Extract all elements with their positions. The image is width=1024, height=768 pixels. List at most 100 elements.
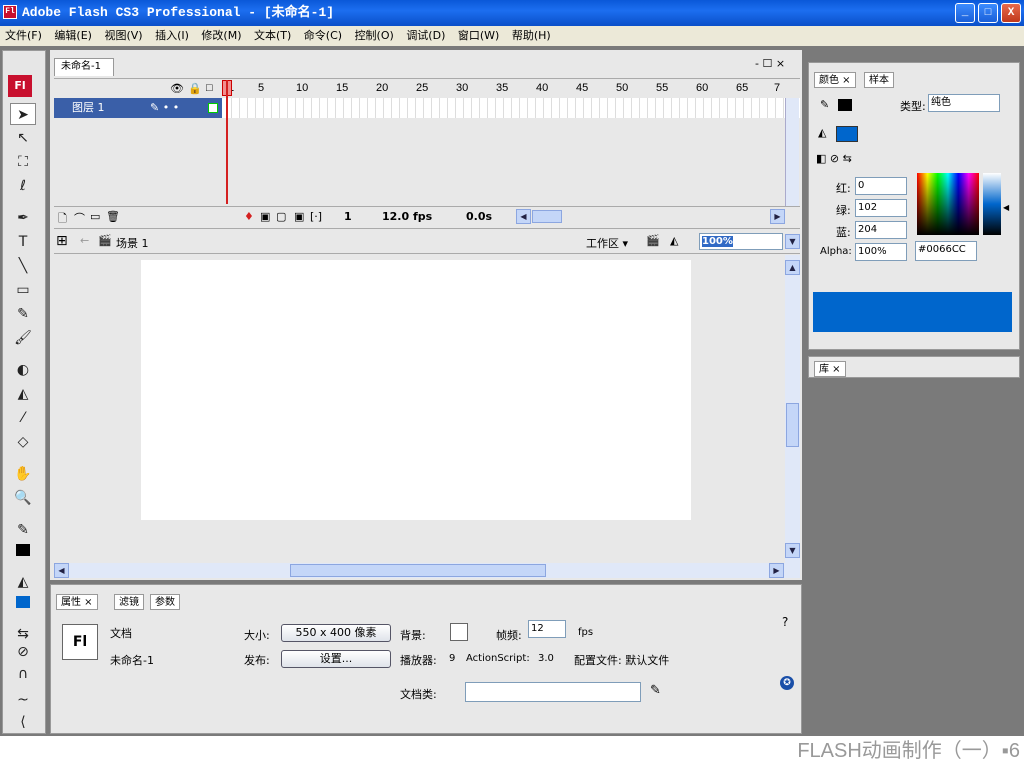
menu-help[interactable]: 帮助(H) bbox=[508, 26, 555, 46]
brush-tool-icon[interactable]: 🖌 bbox=[10, 327, 36, 349]
tab-color[interactable]: 颜色 × bbox=[814, 72, 856, 88]
brightness-slider[interactable] bbox=[983, 173, 1001, 235]
minimize-button[interactable]: _ bbox=[955, 3, 975, 23]
menu-edit[interactable]: 编辑(E) bbox=[50, 26, 96, 46]
back-arrow-icon[interactable]: ← bbox=[80, 234, 89, 247]
blue-input[interactable]: 204 bbox=[855, 221, 907, 239]
insert-folder-icon[interactable]: ▭ bbox=[90, 210, 100, 223]
subselection-tool-icon[interactable]: ↖ bbox=[10, 127, 36, 149]
menu-modify[interactable]: 修改(M) bbox=[197, 26, 245, 46]
menu-text[interactable]: 文本(T) bbox=[250, 26, 295, 46]
ink-bottle-tool-icon[interactable]: ◐ bbox=[10, 359, 36, 381]
eraser-tool-icon[interactable]: ◇ bbox=[10, 431, 36, 453]
menu-control[interactable]: 控制(O) bbox=[351, 26, 398, 46]
menu-view[interactable]: 视图(V) bbox=[100, 26, 146, 46]
red-input[interactable]: 0 bbox=[855, 177, 907, 195]
zoom-field[interactable]: 100% bbox=[699, 233, 783, 250]
fill-swatch[interactable] bbox=[10, 591, 36, 613]
insert-layer-icon[interactable]: 🗋 bbox=[58, 210, 67, 229]
timeline-frames[interactable] bbox=[224, 98, 784, 118]
size-button[interactable]: 550 x 400 像素 bbox=[281, 624, 391, 642]
green-input[interactable]: 102 bbox=[855, 199, 907, 217]
eye-icon[interactable]: 👁 bbox=[170, 82, 184, 95]
background-color-swatch[interactable] bbox=[450, 623, 468, 641]
menu-commands[interactable]: 命令(C) bbox=[300, 26, 346, 46]
onion-outline-icon[interactable]: ▢ bbox=[276, 210, 286, 223]
document-tab[interactable]: 未命名-1 bbox=[54, 58, 114, 76]
onion-skin-icon[interactable]: ▣ bbox=[260, 210, 270, 223]
timeline-scroll-left[interactable]: ◀ bbox=[516, 209, 531, 224]
snap-magnet-icon[interactable]: ∩ bbox=[10, 663, 36, 685]
hex-input[interactable]: #0066CC bbox=[915, 241, 977, 261]
edit-class-pencil-icon[interactable]: ✎ bbox=[650, 683, 661, 698]
menu-debug[interactable]: 调试(D) bbox=[402, 26, 449, 46]
playhead[interactable] bbox=[226, 80, 228, 204]
stroke-color-swatch[interactable] bbox=[838, 99, 852, 111]
timeline-hscroll-thumb[interactable] bbox=[532, 210, 562, 223]
eyedropper-tool-icon[interactable]: ⁄ bbox=[10, 407, 36, 429]
selection-tool-icon[interactable]: ➤ bbox=[10, 103, 36, 125]
fill-color-icon[interactable]: ◭ bbox=[10, 571, 36, 593]
accessibility-icon[interactable]: ✪ bbox=[780, 676, 794, 690]
menu-window[interactable]: 窗口(W) bbox=[454, 26, 503, 46]
tab-filters[interactable]: 滤镜 bbox=[114, 594, 144, 610]
stroke-color-icon[interactable]: ✎ bbox=[10, 519, 36, 541]
scroll-up-arrow[interactable]: ▲ bbox=[785, 260, 800, 275]
zoom-tool-icon[interactable]: 🔍 bbox=[10, 487, 36, 509]
center-frame-icon[interactable]: ♦ bbox=[244, 210, 254, 223]
smooth-icon[interactable]: ~ bbox=[10, 689, 36, 711]
document-window-controls[interactable]: - ☐ × bbox=[755, 57, 785, 70]
vscroll-thumb[interactable] bbox=[786, 403, 799, 447]
alpha-input[interactable]: 100% bbox=[855, 243, 907, 261]
scroll-right-arrow[interactable]: ▶ bbox=[769, 563, 784, 578]
stroke-swatch[interactable] bbox=[10, 539, 36, 561]
brightness-pointer-icon[interactable]: ◀ bbox=[1003, 203, 1009, 212]
help-icon[interactable]: ? bbox=[782, 615, 788, 629]
framerate-input[interactable]: 12 bbox=[528, 620, 566, 638]
pen-tool-icon[interactable]: ✒ bbox=[10, 207, 36, 229]
modify-onion-markers-icon[interactable]: [·] bbox=[310, 210, 322, 223]
straighten-icon[interactable]: ⟨ bbox=[10, 711, 36, 733]
stage[interactable] bbox=[141, 260, 691, 520]
workspace-dropdown[interactable]: 工作区 ▾ bbox=[586, 235, 628, 251]
publish-settings-button[interactable]: 设置... bbox=[281, 650, 391, 668]
fill-bucket-icon[interactable]: ◭ bbox=[818, 126, 826, 139]
menu-file[interactable]: 文件(F) bbox=[1, 26, 46, 46]
pencil-tool-icon[interactable]: ✎ bbox=[10, 303, 36, 325]
no-color-icon[interactable]: ⊘ bbox=[10, 641, 36, 663]
color-tools-icons[interactable]: ◧ ⊘ ⇆ bbox=[816, 152, 852, 165]
zoom-dropdown-arrow[interactable]: ▼ bbox=[785, 234, 800, 249]
menu-insert[interactable]: 插入(I) bbox=[151, 26, 193, 46]
document-class-input[interactable] bbox=[465, 682, 641, 702]
close-button[interactable]: X bbox=[1001, 3, 1021, 23]
timeline-toggle-icon[interactable]: ⊞ bbox=[56, 233, 68, 249]
stroke-pencil-icon[interactable]: ✎ bbox=[820, 98, 829, 111]
layer-1[interactable]: 图层 1 bbox=[54, 98, 222, 118]
maximize-button[interactable]: □ bbox=[978, 3, 998, 23]
lasso-tool-icon[interactable]: ℓ bbox=[10, 175, 36, 197]
tab-properties[interactable]: 属性 × bbox=[56, 594, 98, 610]
tab-swatches[interactable]: 样本 bbox=[864, 72, 894, 88]
color-type-select[interactable]: 纯色 bbox=[928, 94, 1000, 112]
free-transform-tool-icon[interactable]: ⛶ bbox=[10, 151, 36, 173]
scroll-left-arrow[interactable]: ◀ bbox=[54, 563, 69, 578]
timeline-scroll-right[interactable]: ▶ bbox=[770, 209, 785, 224]
edit-scene-icon[interactable]: 🎬 bbox=[646, 234, 660, 247]
layer-outline-color[interactable] bbox=[208, 103, 218, 113]
delete-layer-icon[interactable]: 🗑 bbox=[106, 210, 120, 223]
fill-color-swatch[interactable] bbox=[836, 126, 858, 142]
edit-multiple-frames-icon[interactable]: ▣ bbox=[294, 210, 304, 223]
hand-tool-icon[interactable]: ✋ bbox=[10, 463, 36, 485]
lock-icon[interactable]: 🔒 bbox=[188, 82, 202, 95]
rectangle-tool-icon[interactable]: ▭ bbox=[10, 279, 36, 301]
add-guide-layer-icon[interactable]: ⌒ bbox=[74, 210, 85, 226]
line-tool-icon[interactable]: ╲ bbox=[10, 255, 36, 277]
color-spectrum[interactable] bbox=[917, 173, 979, 235]
hscroll-thumb[interactable] bbox=[290, 564, 546, 577]
scroll-down-arrow[interactable]: ▼ bbox=[785, 543, 800, 558]
outline-icon[interactable]: □ bbox=[206, 82, 213, 94]
edit-symbols-icon[interactable]: ◭ bbox=[670, 234, 678, 247]
tab-parameters[interactable]: 参数 bbox=[150, 594, 180, 610]
text-tool-icon[interactable]: T bbox=[10, 231, 36, 253]
tab-library[interactable]: 库 × bbox=[814, 361, 846, 377]
